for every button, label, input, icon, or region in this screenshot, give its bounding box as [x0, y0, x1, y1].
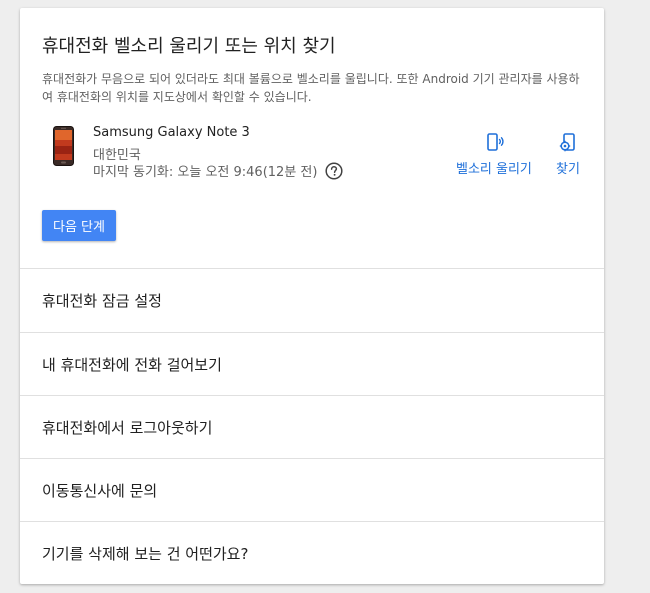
card-description: 휴대전화가 무음으로 되어 있더라도 최대 볼륨으로 벨소리를 울립니다. 또한…: [42, 72, 580, 104]
ring-phone-button[interactable]: 벨소리 울리기: [456, 132, 532, 177]
menu-item-sign-out[interactable]: 휴대전화에서 로그아웃하기: [20, 395, 604, 458]
find-phone-label: 찾기: [556, 162, 580, 177]
menu-item-lock-phone[interactable]: 휴대전화 잠금 설정: [20, 268, 604, 332]
phone-ring-icon: [487, 133, 504, 151]
menu-item-erase-device[interactable]: 기기를 삭제해 보는 건 어떤가요?: [20, 521, 604, 584]
menu-item-label: 기기를 삭제해 보는 건 어떤가요?: [42, 544, 249, 563]
help-circle-icon[interactable]: [325, 161, 344, 180]
menu-item-contact-carrier[interactable]: 이동통신사에 문의: [20, 458, 604, 521]
menu-item-label: 휴대전화에서 로그아웃하기: [42, 418, 213, 437]
last-sync-text: 마지막 동기화: 오늘 오전 9:46(12분 전): [93, 165, 318, 180]
next-step-button[interactable]: 다음 단계: [42, 210, 116, 241]
find-phone-card: 휴대전화 벨소리 울리기 또는 위치 찾기 휴대전화가 무음으로 되어 있더라도…: [20, 8, 604, 584]
menu-item-call-phone[interactable]: 내 휴대전화에 전화 걸어보기: [20, 332, 604, 395]
device-name: Samsung Galaxy Note 3: [93, 125, 250, 140]
menu-item-label: 이동통신사에 문의: [42, 481, 158, 500]
menu-item-label: 휴대전화 잠금 설정: [42, 292, 162, 310]
find-phone-button[interactable]: 찾기: [556, 132, 580, 177]
ring-phone-label: 벨소리 울리기: [456, 162, 532, 177]
menu-item-label: 내 휴대전화에 전화 걸어보기: [42, 355, 222, 374]
phone-image: [53, 126, 74, 166]
card-header-section: 휴대전화 벨소리 울리기 또는 위치 찾기 휴대전화가 무음으로 되어 있더라도…: [20, 8, 604, 268]
card-title: 휴대전화 벨소리 울리기 또는 위치 찾기: [42, 36, 336, 57]
locate-phone-icon: [559, 133, 575, 152]
device-last-sync: 마지막 동기화: 오늘 오전 9:46(12분 전): [93, 161, 344, 180]
